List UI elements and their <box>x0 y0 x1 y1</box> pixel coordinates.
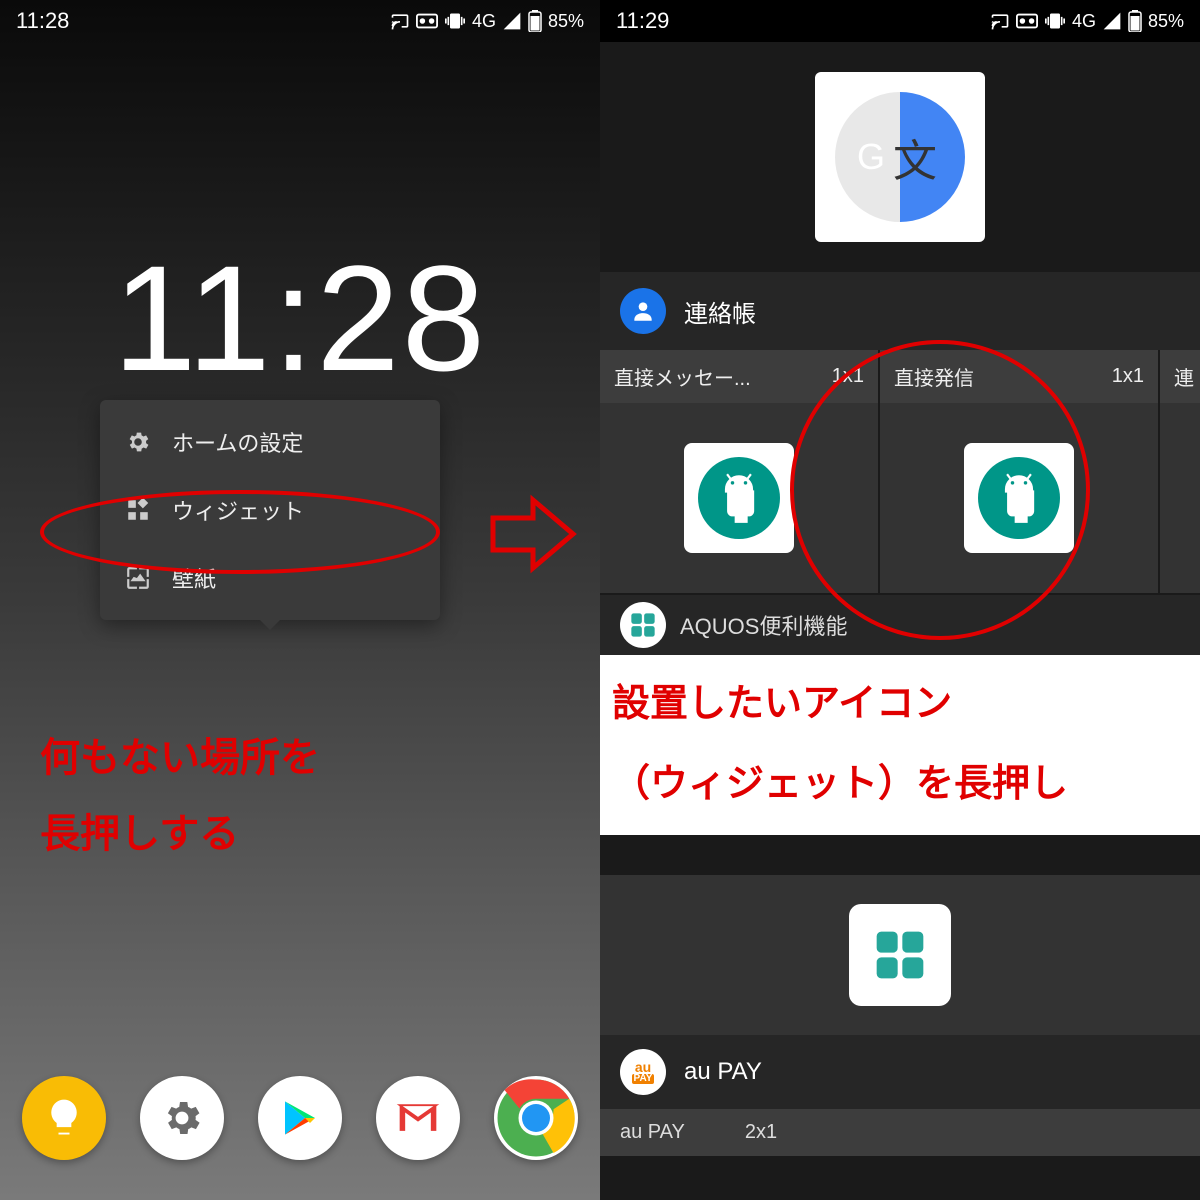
annotation-banner: 設置したいアイコン （ウィジェット）を長押し <box>600 655 1200 835</box>
annotation-text: 何もない場所を 長押しする <box>40 720 320 872</box>
widget-picker: 11:29 4G 85% 文 連絡帳 <box>600 0 1200 1200</box>
aquos-icon <box>620 602 666 648</box>
widget-label: au PAY <box>620 1121 685 1144</box>
play-store-icon[interactable] <box>258 1076 342 1160</box>
menu-wallpaper[interactable]: 壁紙 <box>100 544 440 612</box>
network-label: 4G <box>472 11 496 32</box>
aupay-section-header[interactable]: au PAY au PAY <box>600 1035 1200 1109</box>
contacts-icon <box>620 288 666 334</box>
battery-label: 85% <box>548 11 584 32</box>
widget-direct-dial[interactable]: 直接発信 1x1 <box>880 350 1160 593</box>
vr-icon <box>1016 13 1038 29</box>
contacts-widgets-row: 直接メッセー... 1x1 直接発信 1x1 <box>600 350 1200 595</box>
widget-size: 1x1 <box>832 365 864 388</box>
menu-home-settings[interactable]: ホームの設定 <box>100 408 440 476</box>
translate-widget-preview[interactable]: 文 <box>600 72 1200 272</box>
battery-icon <box>528 10 542 32</box>
translate-glyph: 文 <box>893 125 937 189</box>
section-label: 連絡帳 <box>684 294 756 329</box>
battery-label: 85% <box>1148 11 1184 32</box>
gmail-icon[interactable] <box>376 1076 460 1160</box>
aupay-icon: au PAY <box>620 1049 666 1095</box>
widget-label: 直接メッセー... <box>614 362 751 391</box>
context-menu: ホームの設定 ウィジェット 壁紙 <box>100 400 440 620</box>
menu-label: ウィジェット <box>172 494 304 526</box>
vibrate-icon <box>1044 11 1066 31</box>
gear-icon <box>124 428 152 456</box>
grid-icon <box>872 927 928 983</box>
arrow-annotation <box>488 494 578 574</box>
cast-icon <box>390 11 410 31</box>
keep-icon[interactable] <box>22 1076 106 1160</box>
network-label: 4G <box>1072 11 1096 32</box>
status-bar: 11:29 4G 85% <box>600 0 1200 42</box>
status-time: 11:29 <box>616 8 669 34</box>
signal-icon <box>502 11 522 31</box>
vr-icon <box>416 13 438 29</box>
section-label: AQUOS便利機能 <box>680 609 847 641</box>
status-icons: 4G 85% <box>990 10 1184 32</box>
contacts-section-header[interactable]: 連絡帳 <box>600 272 1200 350</box>
wallpaper-icon <box>124 564 152 592</box>
widget-label: 連 <box>1174 362 1194 391</box>
widget-size: 2x1 <box>745 1121 777 1144</box>
menu-label: ホームの設定 <box>172 426 303 458</box>
menu-widgets[interactable]: ウィジェット <box>100 476 440 544</box>
section-label: au PAY <box>684 1058 762 1086</box>
cast-icon <box>990 11 1010 31</box>
widgets-icon <box>124 496 152 524</box>
signal-icon <box>1102 11 1122 31</box>
battery-icon <box>1128 10 1142 32</box>
status-time: 11:28 <box>16 8 69 34</box>
android-icon <box>713 472 765 524</box>
chrome-icon[interactable] <box>494 1076 578 1160</box>
widget-size: 1x1 <box>1112 365 1144 388</box>
au-text: au <box>635 1060 651 1074</box>
clock-widget[interactable]: 11:28 <box>0 232 600 405</box>
homescreen-left: 11:28 4G 85% 11:28 8月27日(木) ホームの設定 <box>0 0 600 1200</box>
aquos-section-header[interactable]: AQUOS便利機能 <box>600 595 1200 655</box>
menu-label: 壁紙 <box>172 562 216 594</box>
vibrate-icon <box>444 11 466 31</box>
dock <box>0 1076 600 1160</box>
status-icons: 4G 85% <box>390 10 584 32</box>
aupay-widget-item[interactable]: au PAY 2x1 <box>600 1109 1200 1156</box>
settings-icon[interactable] <box>140 1076 224 1160</box>
pay-text: PAY <box>632 1074 655 1084</box>
android-icon <box>993 472 1045 524</box>
widget-direct-message[interactable]: 直接メッセー... 1x1 <box>600 350 880 593</box>
widget-label: 直接発信 <box>894 362 974 391</box>
widget-partial[interactable]: 連 <box>1160 350 1200 593</box>
status-bar: 11:28 4G 85% <box>0 0 600 42</box>
aquos-widget-preview[interactable] <box>600 875 1200 1035</box>
